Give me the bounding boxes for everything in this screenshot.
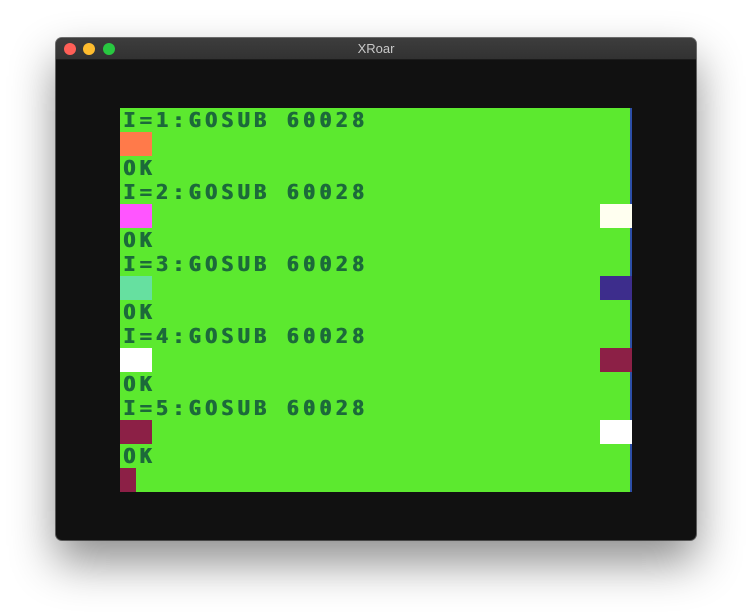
xroar-window: XRoar I=1:GOSUB 60028 OK I=2:GOSUB 60028… <box>56 38 696 540</box>
color-block <box>120 132 152 156</box>
color-block <box>120 420 152 444</box>
screen-line-gosub-1: I=1:GOSUB 60028 <box>123 108 369 132</box>
screen-line-gosub-5: I=5:GOSUB 60028 <box>123 396 369 420</box>
window-title: XRoar <box>357 41 395 56</box>
color-block <box>600 420 632 444</box>
screen-line-ok-4: OK <box>123 372 156 396</box>
screen-line-ok-1: OK <box>123 156 156 180</box>
emulator-screen[interactable]: I=1:GOSUB 60028 OK I=2:GOSUB 60028 OK I=… <box>120 108 632 492</box>
screen-line-gosub-3: I=3:GOSUB 60028 <box>123 252 369 276</box>
title-bar[interactable]: XRoar <box>56 38 696 60</box>
screen-line-ok-5: OK <box>123 444 156 468</box>
color-block <box>120 348 152 372</box>
color-block <box>600 204 632 228</box>
color-block <box>120 204 152 228</box>
screen-line-gosub-4: I=4:GOSUB 60028 <box>123 324 369 348</box>
cursor-block <box>120 468 136 492</box>
color-block <box>600 276 632 300</box>
color-block <box>600 348 632 372</box>
color-block <box>120 276 152 300</box>
screen-line-ok-2: OK <box>123 228 156 252</box>
screen-line-gosub-2: I=2:GOSUB 60028 <box>123 180 369 204</box>
screen-line-ok-3: OK <box>123 300 156 324</box>
